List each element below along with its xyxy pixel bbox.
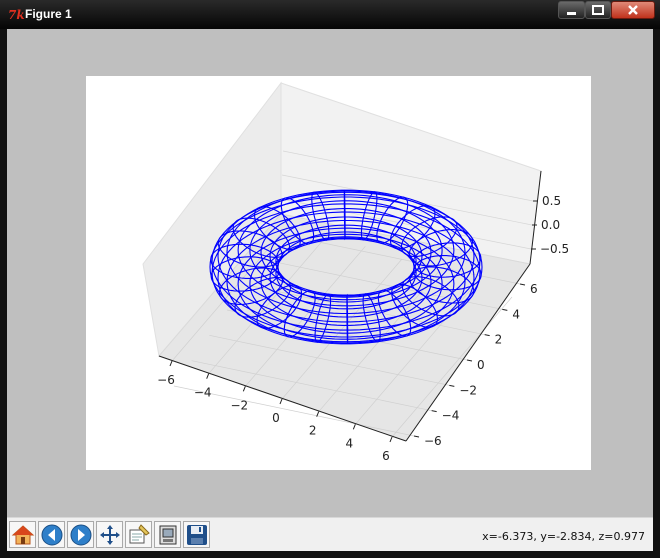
y-tick <box>484 334 490 337</box>
close-button[interactable] <box>611 1 655 19</box>
window-title: Figure 1 <box>25 7 72 21</box>
forward-arrow-icon <box>70 524 92 546</box>
subplots-button[interactable] <box>154 521 181 548</box>
y-tick <box>502 308 508 311</box>
x-tick <box>352 424 356 430</box>
x-tick-label: 0 <box>272 411 280 425</box>
x-tick-label: 2 <box>309 424 317 438</box>
zoom-rect-icon <box>129 524 150 544</box>
home-button[interactable] <box>9 521 36 548</box>
z-tick-label: −0.5 <box>540 242 569 256</box>
y-tick <box>466 359 473 362</box>
subplots-config-icon <box>159 525 177 545</box>
y-tick-label: 6 <box>530 282 538 296</box>
x-tick <box>279 398 283 405</box>
y-tick-label: −2 <box>459 383 477 397</box>
pan-button[interactable] <box>96 521 123 548</box>
minimize-icon <box>567 12 576 15</box>
x-tick-label: −6 <box>157 373 175 387</box>
y-tick-label: 4 <box>512 307 520 321</box>
figure-window: 7k Figure 1 −6 −4 −2 0 2 4 6 6 4 2 0 −2 … <box>0 0 660 558</box>
maximize-icon <box>592 5 604 15</box>
x-tick-label: −2 <box>230 398 248 412</box>
x-tick-label: −4 <box>194 386 212 400</box>
figure-background: −6 −4 −2 0 2 4 6 6 4 2 0 −2 −4 −6 0.5 0.0 −0.5 <box>7 29 653 517</box>
x-tick-label: 6 <box>382 449 390 463</box>
window-client-area: −6 −4 −2 0 2 4 6 6 4 2 0 −2 −4 −6 0.5 0.0 −0.5 <box>7 29 653 551</box>
x-tick <box>206 373 210 379</box>
back-arrow-icon <box>41 524 63 546</box>
z-tick-label: 0.0 <box>541 218 560 232</box>
y-tick <box>431 410 437 413</box>
y-tick <box>519 283 526 286</box>
y-tick-label: −4 <box>442 409 460 423</box>
save-button[interactable] <box>183 521 210 548</box>
back-button[interactable] <box>38 521 65 548</box>
title-bar[interactable]: 7k Figure 1 <box>0 0 660 29</box>
maximize-button[interactable] <box>585 1 611 19</box>
close-icon <box>628 5 638 15</box>
minimize-button[interactable] <box>558 1 585 19</box>
x-tick <box>389 436 393 443</box>
forward-button[interactable] <box>67 521 94 548</box>
navigation-toolbar: x=-6.373, y=-2.834, z=0.977 <box>7 517 653 551</box>
y-tick <box>449 384 455 387</box>
y-tick-label: 0 <box>477 358 485 372</box>
plot-canvas[interactable]: −6 −4 −2 0 2 4 6 6 4 2 0 −2 −4 −6 0.5 0.0 −0.5 <box>86 76 591 470</box>
z-tick-label: 0.5 <box>542 194 561 208</box>
zoom-button[interactable] <box>125 521 152 548</box>
y-tick-label: −6 <box>424 434 442 448</box>
cursor-coordinates: x=-6.373, y=-2.834, z=0.977 <box>482 530 645 543</box>
3d-axes: −6−4−202466420−2−4−60.50.0−0.5 <box>142 81 569 463</box>
x-tick-label: 4 <box>346 436 354 450</box>
y-tick <box>413 435 420 438</box>
tk-app-icon: 7k <box>8 8 25 22</box>
floppy-disk-icon <box>187 525 207 545</box>
x-tick <box>169 360 173 367</box>
home-icon <box>11 525 35 545</box>
y-tick-label: 2 <box>495 333 503 347</box>
x-tick <box>242 386 246 392</box>
pan-cross-arrows-icon <box>100 525 120 545</box>
